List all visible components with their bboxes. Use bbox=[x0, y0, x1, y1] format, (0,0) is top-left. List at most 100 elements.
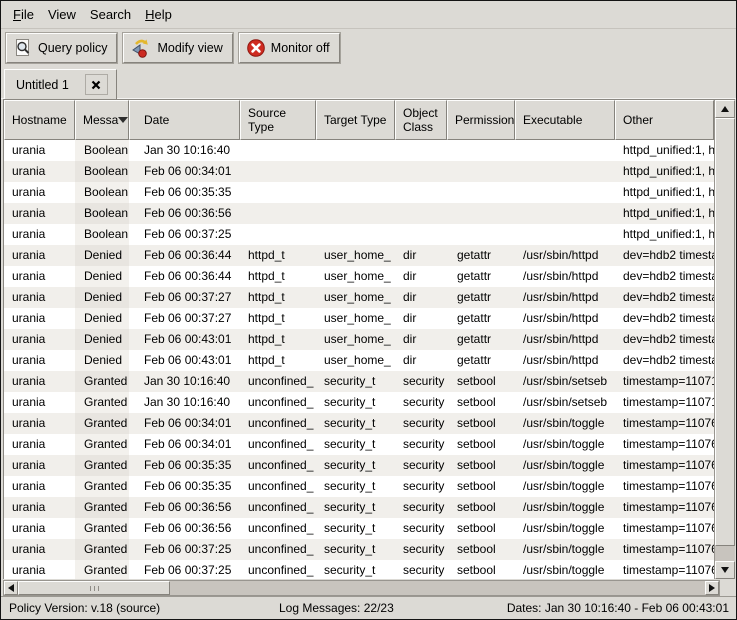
tab-untitled-1[interactable]: Untitled 1 bbox=[4, 69, 117, 99]
column-header-label: Target Type bbox=[324, 113, 386, 127]
table-row[interactable]: uraniaDeniedFeb 06 00:43:01httpd_tuser_h… bbox=[4, 350, 714, 371]
cell-hostname: urania bbox=[4, 434, 75, 455]
cell-other: timestamp=11076 bbox=[615, 434, 714, 455]
column-header-label: Other bbox=[623, 113, 653, 127]
column-header-object_class[interactable]: Object Class bbox=[395, 100, 447, 140]
table-row[interactable]: uraniaGrantedFeb 06 00:34:01unconfined_s… bbox=[4, 434, 714, 455]
cell-message: Granted bbox=[75, 539, 129, 560]
scroll-down-button[interactable] bbox=[715, 561, 735, 579]
table-row[interactable]: uraniaBooleanFeb 06 00:36:56httpd_unifie… bbox=[4, 203, 714, 224]
menu-view[interactable]: View bbox=[41, 4, 83, 25]
cell-permission: getattr bbox=[447, 245, 515, 266]
cell-source_type bbox=[240, 161, 316, 182]
monitor-off-button[interactable]: Monitor off bbox=[239, 33, 340, 63]
menu-help[interactable]: Help bbox=[138, 4, 179, 25]
cell-hostname: urania bbox=[4, 308, 75, 329]
table-row[interactable]: uraniaGrantedJan 30 10:16:40unconfined_s… bbox=[4, 392, 714, 413]
table-row[interactable]: uraniaGrantedFeb 06 00:37:25unconfined_s… bbox=[4, 539, 714, 560]
cell-executable: /usr/sbin/toggle bbox=[515, 455, 615, 476]
cell-source_type bbox=[240, 182, 316, 203]
cell-other: timestamp=11076 bbox=[615, 413, 714, 434]
cell-target_type bbox=[316, 224, 395, 245]
log-messages-count: Log Messages: 22/23 bbox=[279, 601, 507, 615]
column-header-date[interactable]: Date bbox=[129, 100, 240, 140]
cell-message: Boolean bbox=[75, 224, 129, 245]
horizontal-scrollbar[interactable] bbox=[3, 580, 720, 596]
table-row[interactable]: uraniaGrantedFeb 06 00:36:56unconfined_s… bbox=[4, 497, 714, 518]
vertical-scrollbar-thumb[interactable] bbox=[715, 118, 735, 546]
cell-other: httpd_unified:1, h bbox=[615, 140, 714, 161]
scroll-up-button[interactable] bbox=[715, 100, 735, 118]
table-row[interactable]: uraniaGrantedFeb 06 00:35:35unconfined_s… bbox=[4, 476, 714, 497]
query-policy-button[interactable]: Query policy bbox=[6, 33, 117, 63]
column-header-message[interactable]: Messa bbox=[75, 100, 129, 140]
column-header-label: Date bbox=[144, 113, 169, 127]
table-row[interactable]: uraniaGrantedFeb 06 00:37:25unconfined_s… bbox=[4, 560, 714, 579]
column-header-permission[interactable]: Permission bbox=[447, 100, 515, 140]
cell-source_type: unconfined_ bbox=[240, 560, 316, 579]
cell-target_type: user_home_ bbox=[316, 245, 395, 266]
menu-search[interactable]: Search bbox=[83, 4, 138, 25]
toolbar: Query policy Modify view Monitor off bbox=[1, 30, 736, 66]
table-row[interactable]: uraniaDeniedFeb 06 00:43:01httpd_tuser_h… bbox=[4, 329, 714, 350]
scrollbar-grip bbox=[94, 586, 95, 591]
toolbar-button-label: Monitor off bbox=[271, 41, 330, 55]
column-header-target_type[interactable]: Target Type bbox=[316, 100, 395, 140]
scroll-right-button[interactable] bbox=[705, 581, 719, 595]
table-row[interactable]: uraniaGrantedJan 30 10:16:40unconfined_s… bbox=[4, 371, 714, 392]
cell-source_type: unconfined_ bbox=[240, 539, 316, 560]
table-row[interactable]: uraniaGrantedFeb 06 00:35:35unconfined_s… bbox=[4, 455, 714, 476]
cell-permission bbox=[447, 182, 515, 203]
cell-date: Feb 06 00:34:01 bbox=[129, 413, 240, 434]
cell-date: Jan 30 10:16:40 bbox=[129, 371, 240, 392]
scroll-left-button[interactable] bbox=[4, 581, 18, 595]
menu-file[interactable]: File bbox=[6, 4, 41, 25]
table-row[interactable]: uraniaBooleanFeb 06 00:34:01httpd_unifie… bbox=[4, 161, 714, 182]
cell-date: Feb 06 00:35:35 bbox=[129, 182, 240, 203]
cell-executable: /usr/sbin/httpd bbox=[515, 350, 615, 371]
cell-target_type bbox=[316, 203, 395, 224]
vertical-scrollbar[interactable] bbox=[714, 100, 735, 579]
cell-executable: /usr/sbin/toggle bbox=[515, 497, 615, 518]
cell-permission: setbool bbox=[447, 518, 515, 539]
cell-executable: /usr/sbin/toggle bbox=[515, 539, 615, 560]
table-row[interactable]: uraniaDeniedFeb 06 00:36:44httpd_tuser_h… bbox=[4, 245, 714, 266]
table-row[interactable]: uraniaGrantedFeb 06 00:36:56unconfined_s… bbox=[4, 518, 714, 539]
cell-date: Feb 06 00:36:44 bbox=[129, 245, 240, 266]
cell-other: timestamp=11076 bbox=[615, 476, 714, 497]
cell-hostname: urania bbox=[4, 413, 75, 434]
cell-target_type: user_home_ bbox=[316, 308, 395, 329]
cell-date: Jan 30 10:16:40 bbox=[129, 140, 240, 161]
table-row[interactable]: uraniaDeniedFeb 06 00:36:44httpd_tuser_h… bbox=[4, 266, 714, 287]
cell-object_class: dir bbox=[395, 266, 447, 287]
date-range-status: Dates: Jan 30 10:16:40 - Feb 06 00:43:01 bbox=[507, 601, 736, 615]
cell-permission: getattr bbox=[447, 308, 515, 329]
horizontal-scrollbar-thumb[interactable] bbox=[18, 581, 170, 595]
cell-message: Denied bbox=[75, 266, 129, 287]
tab-close-button[interactable] bbox=[85, 74, 108, 95]
column-header-executable[interactable]: Executable bbox=[515, 100, 615, 140]
table-row[interactable]: uraniaBooleanFeb 06 00:37:25httpd_unifie… bbox=[4, 224, 714, 245]
cell-source_type: httpd_t bbox=[240, 287, 316, 308]
column-header-other[interactable]: Other bbox=[615, 100, 714, 140]
cell-hostname: urania bbox=[4, 350, 75, 371]
table-row[interactable]: uraniaGrantedFeb 06 00:34:01unconfined_s… bbox=[4, 413, 714, 434]
cell-target_type: security_t bbox=[316, 413, 395, 434]
table-row[interactable]: uraniaDeniedFeb 06 00:37:27httpd_tuser_h… bbox=[4, 287, 714, 308]
cell-message: Granted bbox=[75, 497, 129, 518]
table-row[interactable]: uraniaBooleanJan 30 10:16:40httpd_unifie… bbox=[4, 140, 714, 161]
table-row[interactable]: uraniaBooleanFeb 06 00:35:35httpd_unifie… bbox=[4, 182, 714, 203]
column-header-hostname[interactable]: Hostname bbox=[4, 100, 75, 140]
cell-target_type bbox=[316, 140, 395, 161]
cell-source_type: unconfined_ bbox=[240, 434, 316, 455]
query-policy-icon bbox=[13, 38, 33, 58]
cell-object_class bbox=[395, 161, 447, 182]
table-row[interactable]: uraniaDeniedFeb 06 00:37:27httpd_tuser_h… bbox=[4, 308, 714, 329]
cell-object_class: dir bbox=[395, 308, 447, 329]
cell-permission: setbool bbox=[447, 539, 515, 560]
column-header-source_type[interactable]: Source Type bbox=[240, 100, 316, 140]
cell-executable bbox=[515, 203, 615, 224]
modify-view-button[interactable]: Modify view bbox=[123, 33, 232, 63]
cell-object_class: dir bbox=[395, 350, 447, 371]
cell-message: Boolean bbox=[75, 182, 129, 203]
